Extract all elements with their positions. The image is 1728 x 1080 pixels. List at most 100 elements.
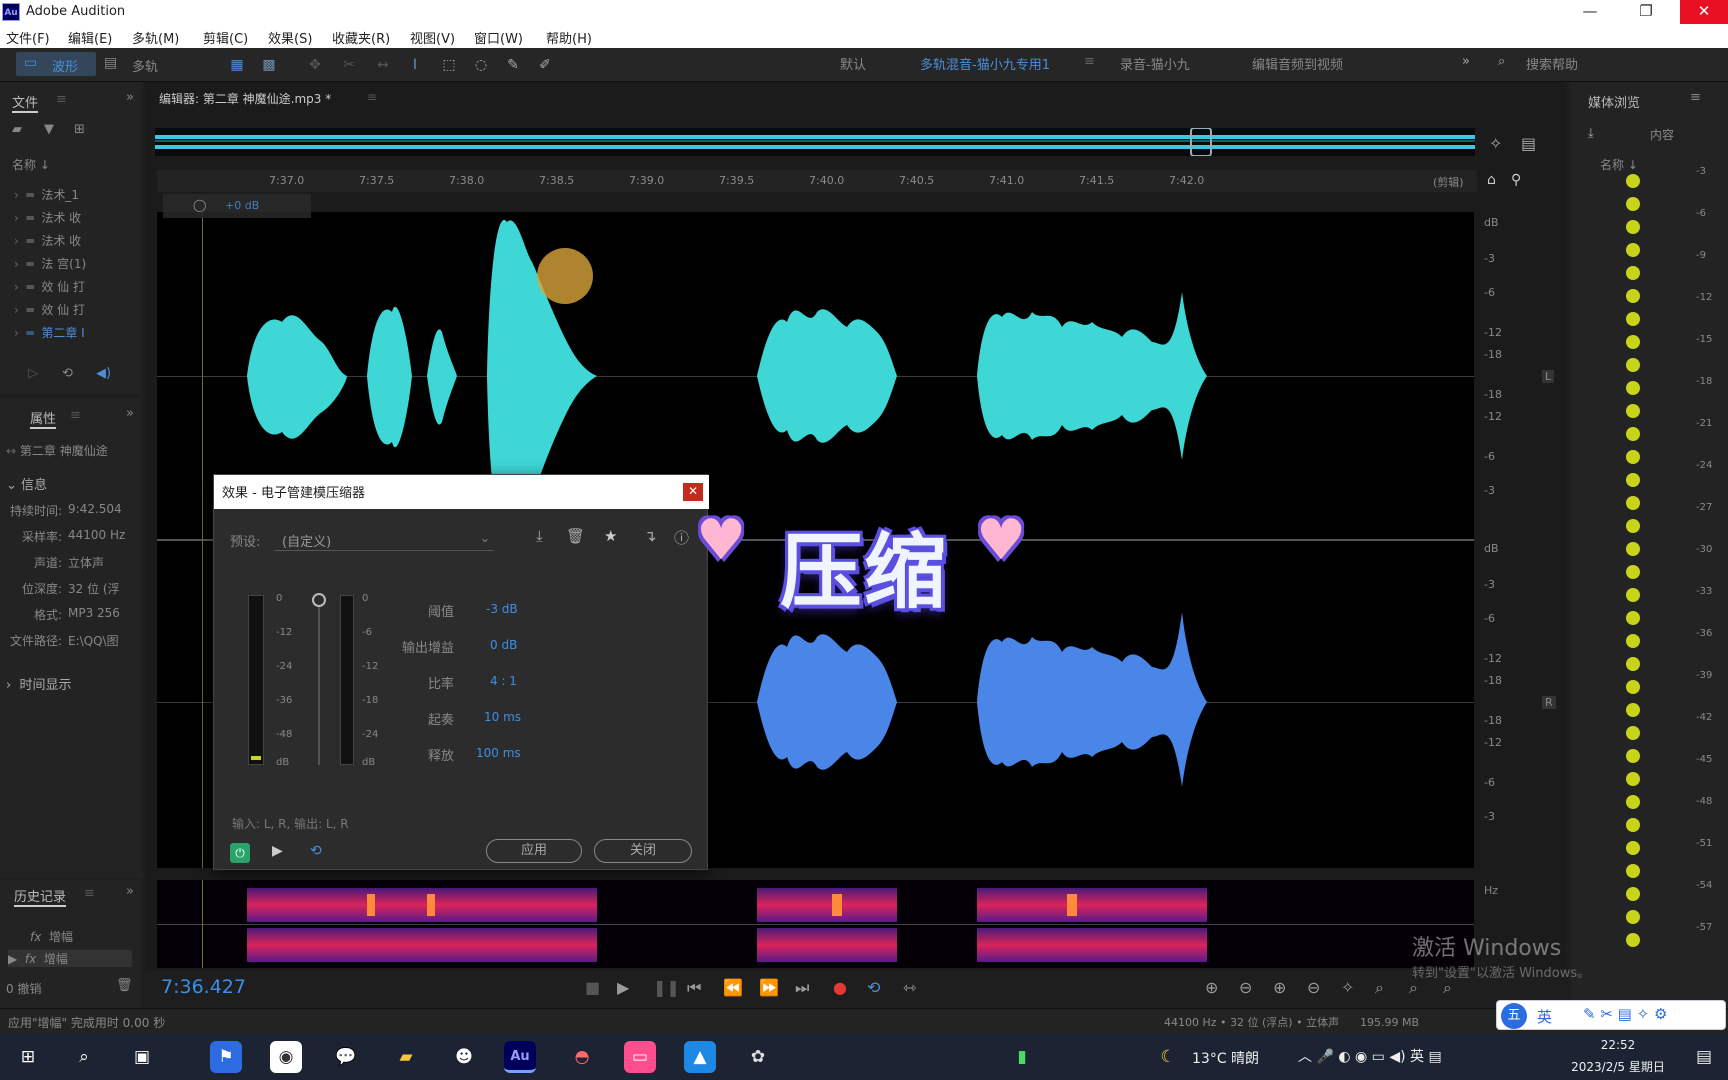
play-icon[interactable]: ▷ [28,366,38,381]
ime-toolbar[interactable]: 五 英 ✎ ✂ ▤ ✧ ⚙ [1496,1000,1726,1030]
qq-icon[interactable]: ☻ [448,1041,480,1073]
search-taskbar-icon[interactable]: ⌕ [68,1041,100,1073]
zoom-out-time-icon[interactable]: ⊖ [1307,978,1320,997]
lasso-tool-icon[interactable]: ◌ [472,56,490,74]
route-channels-icon[interactable]: ↴ [644,527,657,545]
import-icon[interactable]: ▼ [44,122,54,137]
list-item-selected[interactable]: › ═ 第二章 I [14,324,85,341]
list-item[interactable]: › ═ 效 仙 打 [14,301,85,318]
threshold-slider-track[interactable] [318,599,320,765]
ime-tools-icon[interactable]: ✎ ✂ ▤ ✧ ⚙ [1583,1005,1667,1023]
favorite-star-icon[interactable]: ★ [604,527,617,545]
hud-volume[interactable]: ◯ +0 dB [163,194,311,218]
info-header[interactable]: ⌄ 信息 [6,474,47,493]
menu-clip[interactable]: 剪辑(C) [203,28,248,47]
history-tab[interactable]: 历史记录 [14,886,67,907]
app-icon-pink[interactable]: ▭ [624,1041,656,1073]
panel-expand-icon[interactable]: » [126,406,134,421]
slip-tool-icon[interactable]: ↔ [374,56,392,74]
marquee-tool-icon[interactable]: ⬚ [440,56,458,74]
time-ruler[interactable]: 7:37.0 7:37.5 7:38.0 7:38.5 7:39.0 7:39.… [157,170,1477,192]
close-window-button[interactable]: ✕ [1680,0,1728,24]
pin-icon[interactable]: ✧ [1489,134,1502,153]
zoom-in-left-icon[interactable]: ⌕ [1409,978,1418,998]
media-browser-tab[interactable]: 媒体浏览 [1588,92,1640,111]
workspace-recording[interactable]: 录音-猫小九 [1120,54,1190,73]
properties-tab[interactable]: 属性 [30,408,57,429]
task-view-icon[interactable]: ▣ [126,1041,158,1073]
list-item[interactable]: › ═ 法 宫(1) [14,255,86,272]
panel-expand-icon[interactable]: » [126,90,134,105]
panel-menu-icon[interactable]: ≡ [84,886,95,901]
rewind-icon[interactable]: ⏪ [723,978,743,997]
time-selection-tool-icon[interactable]: I [406,56,424,74]
workspace-video[interactable]: 编辑音频到视频 [1252,54,1343,73]
menu-effects[interactable]: 效果(S) [268,28,312,47]
list-item[interactable]: › ═ 法术_1 [14,186,79,203]
move-tool-icon[interactable]: ✥ [306,56,324,74]
overview-settings-icon[interactable]: ▤ [1521,134,1536,153]
spot-healing-tool-icon[interactable]: ✐ [536,56,554,74]
overview-bar[interactable] [155,128,1475,156]
notification-icon[interactable]: ▤ [1690,1041,1718,1073]
app-icon-blue[interactable]: ⚑ [210,1041,242,1073]
delete-preset-icon[interactable]: 🗑 [566,527,585,545]
preview-play-icon[interactable]: ▶ [272,843,283,859]
waveform-view-button[interactable]: ▭ 波形 [16,52,96,76]
panel-menu-icon[interactable]: ≡ [1690,90,1701,105]
panel-menu-icon[interactable]: ≡ [367,90,377,104]
restore-button[interactable]: ❐ [1624,0,1668,24]
files-tab[interactable]: 文件 [12,92,39,113]
output-gain-value[interactable]: 0 dB [490,638,517,652]
menu-favorites[interactable]: 收藏夹(R) [332,28,390,47]
list-item[interactable]: › ═ 效 仙 打 [14,278,85,295]
menu-multitrack[interactable]: 多轨(M) [132,28,179,47]
go-to-start-icon[interactable]: ⏮ [687,978,701,998]
go-to-end-icon[interactable]: ⏭ [795,978,809,998]
editor-tab[interactable]: 编辑器: 第二章 神魔仙途.mp3 * [159,90,331,107]
brush-tool-icon[interactable]: ✎ [504,56,522,74]
file-explorer-icon[interactable]: ▰ [390,1041,422,1073]
loop-playback-icon[interactable]: ⟲ [867,978,880,997]
play-button-icon[interactable]: ▶ [617,978,629,997]
ratio-value[interactable]: 4 : 1 [490,674,517,688]
time-display-header[interactable]: › 时间显示 [6,674,71,693]
files-name-header[interactable]: 名称 ↓ [12,156,50,173]
more-workspaces-icon[interactable]: » [1462,54,1470,69]
menu-view[interactable]: 视图(V) [410,28,455,47]
marker-icon[interactable]: ⚲ [1511,172,1521,188]
app-icon-gear[interactable]: ✿ [742,1041,774,1073]
weather-text[interactable]: 13°C 晴朗 [1192,1048,1259,1068]
workspace-default[interactable]: 默认 [840,54,866,73]
media-import-icon[interactable]: ⤓ [1588,126,1594,141]
start-icon[interactable]: ⊞ [12,1041,44,1073]
attack-value[interactable]: 10 ms [484,710,521,724]
workspace-menu-icon[interactable]: ≡ [1084,54,1095,69]
audition-taskbar-icon[interactable]: Au [504,1041,536,1073]
app-icon-camera[interactable]: ◉ [270,1041,302,1073]
pause-icon[interactable]: ❚❚ [653,978,680,997]
panel-expand-icon[interactable]: » [126,884,134,899]
autoplay-icon[interactable]: ◀) [96,366,111,381]
tray-icons[interactable]: ︿ 🎤 ◐ ◉ ▭ ◀) 英 ▤ [1298,1046,1442,1066]
preview-loop-icon[interactable]: ⟲ [310,843,322,859]
panel-menu-icon[interactable]: ≡ [56,92,67,107]
zoom-out-amplitude-icon[interactable]: ⊖ [1239,978,1252,997]
record-icon[interactable]: ● [833,978,847,997]
zoom-selection-icon[interactable]: ⌕ [1375,978,1384,998]
app-icon-red[interactable]: ◓ [566,1041,598,1073]
threshold-slider-handle[interactable] [312,593,326,607]
history-item-current[interactable]: ▶ fx 增幅 [8,950,132,967]
zoom-home-icon[interactable]: ⌂ [1487,172,1496,188]
apply-button[interactable]: 应用 [486,839,582,863]
list-item[interactable]: › ═ 法术 收 [14,232,81,249]
search-help-input[interactable]: 搜索帮助 [1526,54,1578,73]
loop-icon[interactable]: ⟲ [62,366,73,381]
multitrack-view-button[interactable]: ▤ 多轨 [104,52,174,76]
volume-knob-icon[interactable]: ◯ [193,198,206,212]
spectral-display-icon[interactable]: ▦ [228,56,246,74]
new-file-icon[interactable]: ⊞ [74,122,85,137]
clock-time[interactable]: 22:52 [1570,1038,1666,1052]
list-item[interactable]: › ═ 法术 收 [14,209,81,226]
panel-menu-icon[interactable]: ≡ [70,408,81,423]
